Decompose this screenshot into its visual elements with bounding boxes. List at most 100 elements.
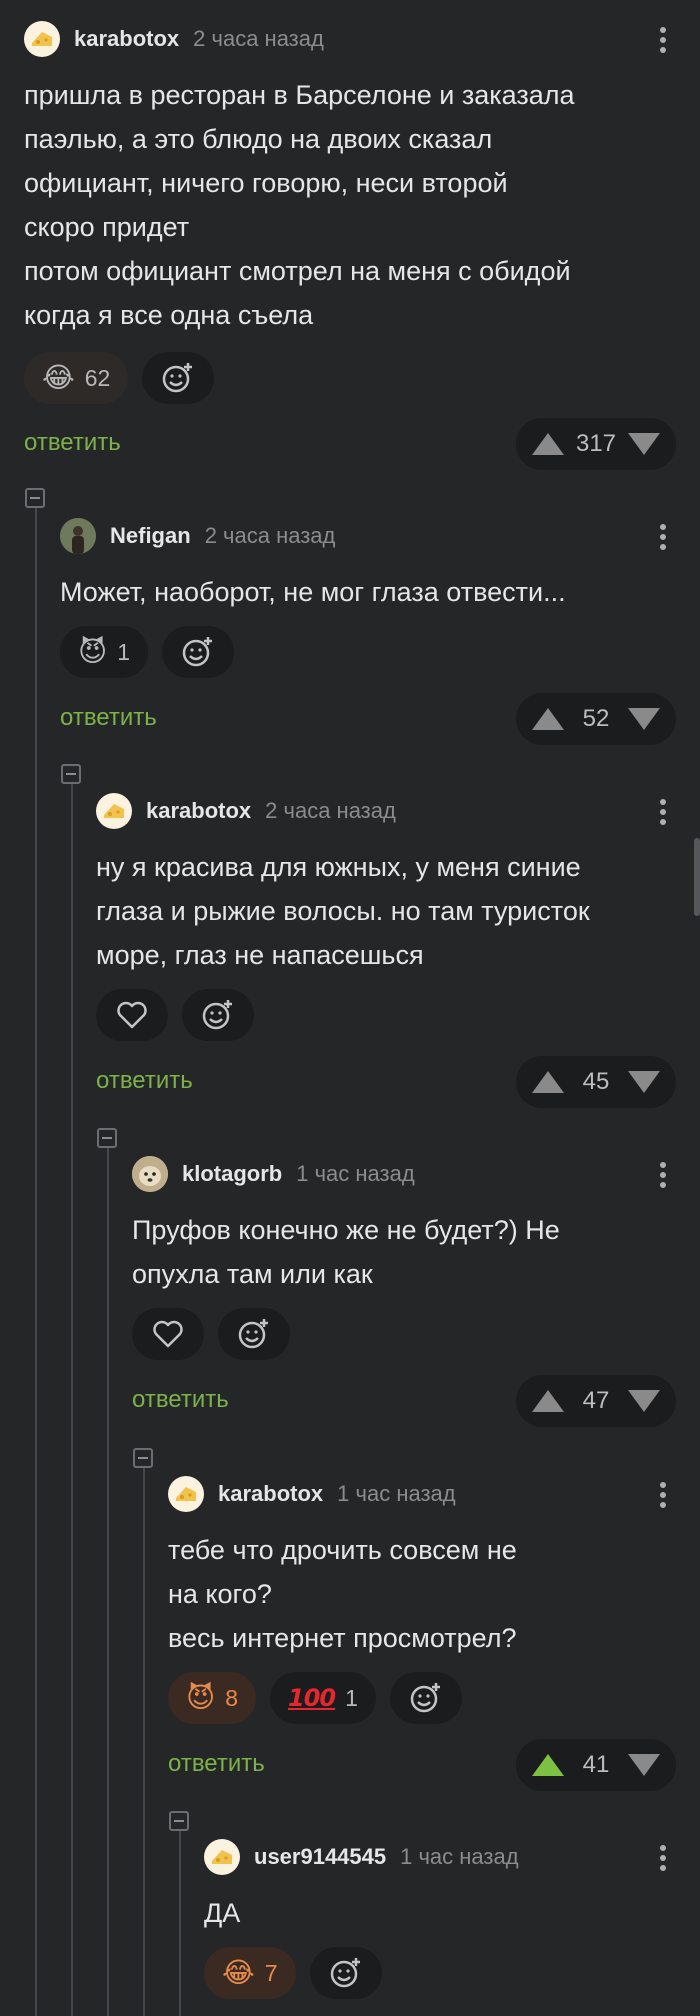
vote-control: 52 xyxy=(516,693,676,745)
downvote-icon[interactable] xyxy=(627,1390,660,1412)
collapse-thread-button[interactable] xyxy=(61,764,81,784)
reply-button[interactable]: ответить xyxy=(168,1750,265,1778)
comment-header: klotagorb 1 час назад xyxy=(132,1150,676,1198)
person-icon xyxy=(60,518,96,554)
vote-control: 47 xyxy=(516,1375,676,1427)
devil-emoji-icon: 😈 xyxy=(78,636,108,667)
vote-count: 45 xyxy=(582,1068,610,1095)
more-options-icon[interactable] xyxy=(650,1843,676,1873)
heart-icon xyxy=(117,1001,147,1029)
more-options-icon[interactable] xyxy=(650,522,676,552)
like-button[interactable] xyxy=(96,989,168,1041)
cheese-avatar[interactable] xyxy=(24,21,60,57)
reactions-bar xyxy=(132,1308,290,1360)
person-avatar[interactable] xyxy=(60,518,96,554)
add-reaction-icon xyxy=(238,1319,268,1349)
cheese-avatar[interactable] xyxy=(204,1839,240,1875)
cheese-avatar[interactable] xyxy=(168,1476,204,1512)
username[interactable]: klotagorb xyxy=(182,1161,282,1187)
add-reaction-button[interactable] xyxy=(389,1672,462,1724)
like-button[interactable] xyxy=(132,1308,204,1360)
comment-header: karabotox 2 часа назад xyxy=(96,787,676,835)
laughing-emoji-icon: 😂 xyxy=(42,362,75,393)
reaction-laugh[interactable]: 😂 62 xyxy=(24,352,129,404)
collapse-thread-button[interactable] xyxy=(169,1811,189,1831)
thread-line xyxy=(143,1456,145,2016)
timestamp: 1 час назад xyxy=(400,1844,519,1869)
upvote-icon[interactable] xyxy=(532,1390,564,1412)
reply-button[interactable]: ответить xyxy=(132,1386,229,1414)
vote-control: 41 xyxy=(516,1739,676,1791)
dog-avatar[interactable] xyxy=(132,1156,168,1192)
more-options-icon[interactable] xyxy=(650,25,676,55)
comment-text: ну я красива для южных, у меня синие гла… xyxy=(96,852,590,970)
comment-header: user9144545 1 час назад xyxy=(204,1833,676,1881)
add-reaction-button[interactable] xyxy=(182,989,254,1041)
add-reaction-button[interactable] xyxy=(162,626,234,678)
devil-emoji-icon: 😈 xyxy=(186,1682,216,1713)
reactions-bar: 😈 1 xyxy=(60,626,234,678)
comment-header: karabotox 1 час назад xyxy=(168,1470,676,1518)
reactions-bar xyxy=(96,989,254,1041)
comment-header: karabotox 2 часа назад xyxy=(24,15,676,63)
timestamp: 2 часа назад xyxy=(265,798,396,823)
reactions-bar: 😂 7 xyxy=(204,1947,382,1999)
reaction-hundred[interactable]: 100 1 xyxy=(270,1672,376,1724)
reply-button[interactable]: ответить xyxy=(60,704,157,732)
downvote-icon[interactable] xyxy=(627,708,660,730)
username[interactable]: karabotox xyxy=(146,798,251,824)
downvote-icon[interactable] xyxy=(627,433,660,455)
collapse-thread-button[interactable] xyxy=(25,488,45,508)
dog-icon xyxy=(132,1156,168,1192)
username[interactable]: user9144545 xyxy=(254,1844,386,1870)
add-reaction-button[interactable] xyxy=(142,352,215,404)
downvote-icon[interactable] xyxy=(627,1754,660,1776)
vote-count: 41 xyxy=(582,1751,610,1778)
comment-text: ДА xyxy=(204,1898,241,1928)
downvote-icon[interactable] xyxy=(627,1071,660,1093)
upvote-icon[interactable] xyxy=(532,433,564,455)
username[interactable]: karabotox xyxy=(218,1481,323,1507)
reaction-devil[interactable]: 😈 1 xyxy=(60,626,148,678)
reaction-devil[interactable]: 😈 8 xyxy=(168,1672,256,1724)
cheese-avatar[interactable] xyxy=(96,793,132,829)
username[interactable]: Nefigan xyxy=(110,523,191,549)
more-options-icon[interactable] xyxy=(650,1480,676,1510)
comment-text: тебе что дрочить совсем не на кого? весь… xyxy=(168,1535,517,1653)
collapse-thread-button[interactable] xyxy=(133,1448,153,1468)
add-reaction-icon xyxy=(410,1683,440,1713)
more-options-icon[interactable] xyxy=(650,797,676,827)
add-reaction-icon xyxy=(330,1958,360,1988)
hundred-points-icon: 100 xyxy=(288,1684,336,1712)
timestamp: 2 часа назад xyxy=(204,523,336,548)
comment-text: Пруфов конечно же не будет?) Не опухла т… xyxy=(132,1215,560,1289)
reaction-count: 8 xyxy=(225,1684,238,1711)
add-reaction-button[interactable] xyxy=(309,1947,382,1999)
upvote-icon[interactable] xyxy=(532,708,564,730)
thread-line xyxy=(107,1136,109,2016)
reaction-count: 7 xyxy=(264,1959,278,1986)
scrollbar-thumb[interactable] xyxy=(694,838,700,916)
collapse-thread-button[interactable] xyxy=(97,1128,117,1148)
cheese-icon xyxy=(32,32,52,46)
thread-line xyxy=(179,1820,181,2016)
reply-button[interactable]: ответить xyxy=(24,429,121,457)
upvote-icon[interactable] xyxy=(532,1071,564,1093)
cheese-icon xyxy=(104,804,124,818)
laughing-emoji-icon: 😂 xyxy=(222,1957,255,1988)
vote-count: 317 xyxy=(575,430,617,457)
more-options-icon[interactable] xyxy=(650,1160,676,1190)
vote-control: 317 xyxy=(516,418,676,470)
reply-button[interactable]: ответить xyxy=(96,1067,193,1095)
reactions-bar: 😈 8 100 1 xyxy=(168,1672,462,1724)
reaction-laugh[interactable]: 😂 7 xyxy=(204,1947,296,1999)
add-reaction-icon xyxy=(202,1000,232,1030)
add-reaction-button[interactable] xyxy=(218,1308,290,1360)
thread-line xyxy=(35,496,37,2016)
vote-control: 45 xyxy=(516,1056,676,1108)
comment-text: пришла в ресторан в Барселоне и заказала… xyxy=(24,80,575,330)
username[interactable]: karabotox xyxy=(74,26,179,52)
add-reaction-icon xyxy=(182,637,212,667)
cheese-icon xyxy=(212,1850,232,1864)
upvote-icon[interactable] xyxy=(532,1754,564,1776)
